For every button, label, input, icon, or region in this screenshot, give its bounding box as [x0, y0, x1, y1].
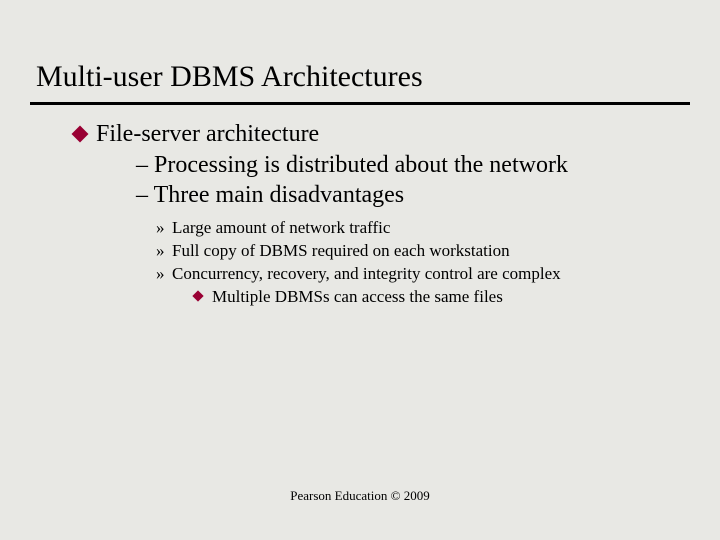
bullet-level-4: Multiple DBMSs can access the same files [156, 286, 680, 309]
bullet-text: File-server architecture [96, 121, 319, 147]
bullet-level-3: Concurrency, recovery, and integrity con… [156, 263, 680, 286]
title-area: Multi-user DBMS Architectures [0, 0, 720, 94]
bullet-level-2-group: – Processing is distributed about the ne… [96, 150, 680, 211]
bullet-text: Multiple DBMSs can access the same files [212, 287, 503, 306]
diamond-icon [192, 290, 203, 301]
slide: Multi-user DBMS Architectures File-serve… [0, 0, 720, 540]
bullet-level-1: File-server architecture – Processing is… [74, 119, 680, 309]
bullet-level-3-group: Large amount of network traffic Full cop… [96, 211, 680, 309]
bullet-level-3: Large amount of network traffic [156, 217, 680, 240]
slide-content: File-server architecture – Processing is… [0, 105, 720, 309]
bullet-level-2: – Processing is distributed about the ne… [136, 150, 680, 181]
diamond-icon [72, 126, 89, 143]
slide-title: Multi-user DBMS Architectures [36, 60, 720, 94]
bullet-level-2: – Three main disadvantages [136, 180, 680, 211]
bullet-level-3: Full copy of DBMS required on each works… [156, 240, 680, 263]
slide-footer: Pearson Education © 2009 [0, 488, 720, 504]
